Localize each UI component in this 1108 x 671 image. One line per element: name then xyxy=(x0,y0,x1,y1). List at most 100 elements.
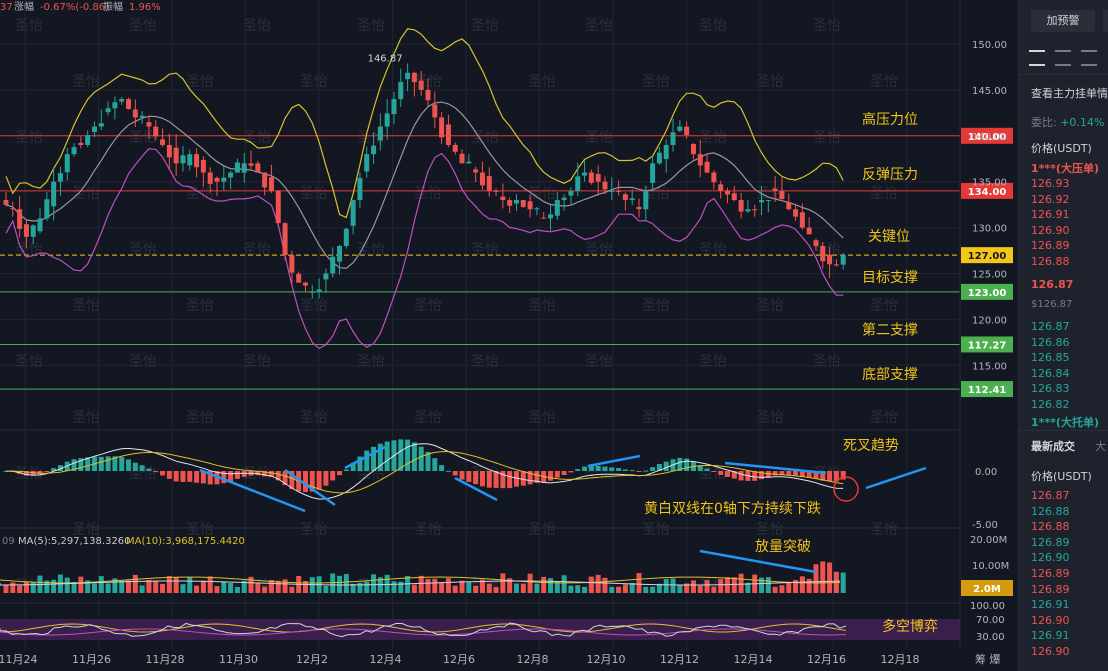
candle-body xyxy=(364,154,370,172)
candle-body xyxy=(350,200,356,226)
macd-histogram-bar xyxy=(568,471,574,473)
tab-latest-trades[interactable]: 最新成交 xyxy=(1031,438,1075,454)
candle-body xyxy=(51,181,57,207)
volume-bar xyxy=(119,580,125,593)
candle-body xyxy=(684,126,690,136)
watermark-text: 圣怡 xyxy=(528,410,556,426)
volume-bar xyxy=(711,586,717,593)
candle-body xyxy=(534,208,540,210)
watermark-text: 圣怡 xyxy=(129,354,157,370)
volume-bar xyxy=(677,585,683,593)
volume-bar xyxy=(738,573,744,593)
macd-histogram-bar xyxy=(228,471,234,482)
candle-body xyxy=(833,264,839,266)
volume-bar xyxy=(466,581,472,593)
macd-histogram-bar xyxy=(575,469,581,471)
macd-histogram-bar xyxy=(493,471,499,488)
watermark-text: 圣怡 xyxy=(756,522,784,538)
macd-histogram-bar xyxy=(439,465,445,471)
ratio-value: +0.14% xyxy=(1060,116,1105,129)
candle-body xyxy=(262,172,268,188)
volume-bar xyxy=(323,585,329,593)
macd-histogram-bar xyxy=(479,471,485,487)
candle-body xyxy=(85,135,91,145)
time-axis-tick: 12月4 xyxy=(370,653,402,666)
level-price-label: 117.27 xyxy=(968,340,1007,351)
macd-histogram-bar xyxy=(316,471,322,490)
volume-bar xyxy=(663,579,669,593)
volume-bar xyxy=(221,581,227,593)
orderbook-asks-icon[interactable] xyxy=(1081,50,1097,66)
macd-death-cross-note: 死叉趋势 xyxy=(843,438,899,454)
volume-bar xyxy=(827,562,833,593)
volume-bar xyxy=(98,576,104,593)
macd-histogram-bar xyxy=(786,471,792,475)
watermark-text: 圣怡 xyxy=(528,522,556,538)
watermark-text: 圣怡 xyxy=(585,18,613,34)
watermark-text: 圣怡 xyxy=(243,130,271,146)
volume-bar xyxy=(718,579,724,593)
watermark-text: 圣怡 xyxy=(813,354,841,370)
macd-histogram-bar xyxy=(622,469,628,471)
volume-bar xyxy=(275,580,281,593)
volume-header-prefix: 09 xyxy=(2,536,15,547)
volume-bar xyxy=(248,576,254,593)
sidebar-more-button[interactable] xyxy=(1103,10,1108,32)
bid-price-row: 126.84 xyxy=(1031,366,1070,380)
macd-histogram-bar xyxy=(241,471,247,477)
candle-body xyxy=(296,273,302,283)
volume-bar xyxy=(214,586,220,593)
high-price-marker: 146.87 xyxy=(368,53,403,64)
volume-bar xyxy=(575,585,581,593)
candle-body xyxy=(425,89,431,101)
ask-price-row: 126.90 xyxy=(1031,223,1070,237)
candle-body xyxy=(10,208,16,210)
add-alert-button[interactable]: 加预警 xyxy=(1031,10,1095,32)
right-sidebar: 加预警 查看主力挂单情况 委比: +0.14% 价格(USDT) 1***(大压… xyxy=(1018,0,1108,671)
candle-body xyxy=(507,200,513,206)
candle-body xyxy=(650,163,656,183)
candle-body xyxy=(616,190,622,192)
candle-body xyxy=(357,177,363,201)
candle-body xyxy=(799,212,805,228)
price-axis-tick: 130.00 xyxy=(972,224,1007,235)
volume-bar xyxy=(200,580,206,593)
orderbook-both-icon[interactable] xyxy=(1029,50,1045,66)
candle-body xyxy=(724,190,730,195)
orderbook-bids-icon[interactable] xyxy=(1055,50,1071,66)
orderbook-title[interactable]: 查看主力挂单情况 xyxy=(1031,85,1108,101)
watermark-text: 圣怡 xyxy=(15,354,43,370)
time-axis-tick: 12月10 xyxy=(587,653,626,666)
candle-body xyxy=(500,196,506,201)
candle-body xyxy=(452,144,458,152)
bid-price-row: 126.85 xyxy=(1031,351,1070,364)
macd-histogram-bar xyxy=(643,470,649,472)
candle-body xyxy=(126,99,132,109)
candle-body xyxy=(445,124,451,145)
tab-big-trades[interactable]: 大 xyxy=(1095,438,1106,454)
volume-ma5-label: MA(5):5,297,138.3260 xyxy=(18,536,131,547)
volume-bar xyxy=(779,585,785,593)
candlestick-chart[interactable]: 圣怡 圣怡 圣怡 圣怡 圣怡 圣怡 圣怡 圣怡圣怡 圣怡 圣怡 圣怡 圣怡 圣怡 圣怡 圣怡圣怡 圣怡 圣怡 圣怡… xyxy=(0,0,1018,671)
macd-histogram-bar xyxy=(609,467,615,471)
candle-body xyxy=(119,99,125,102)
volume-bar xyxy=(650,586,656,593)
time-axis-tick: 11月28 xyxy=(146,653,185,666)
candle-body xyxy=(289,255,295,273)
ask-price-row: 126.93 xyxy=(1031,177,1070,190)
time-axis-tick: 12月14 xyxy=(734,653,773,666)
volume-bar xyxy=(255,582,261,593)
watermark-text: 圣怡 xyxy=(642,74,670,90)
volume-bar xyxy=(234,586,240,593)
volume-bar xyxy=(398,581,404,593)
header-amp-label: 振幅 xyxy=(103,0,123,13)
candle-body xyxy=(643,191,649,210)
macd-histogram-bar xyxy=(418,446,424,471)
volume-bar xyxy=(187,576,193,593)
rsi-axis-label: 70.00 xyxy=(976,615,1005,626)
volume-bar xyxy=(364,581,370,593)
watermark-text: 圣怡 xyxy=(357,354,385,370)
macd-histogram-bar xyxy=(411,442,417,471)
candle-body xyxy=(391,99,397,115)
candle-body xyxy=(323,273,329,280)
